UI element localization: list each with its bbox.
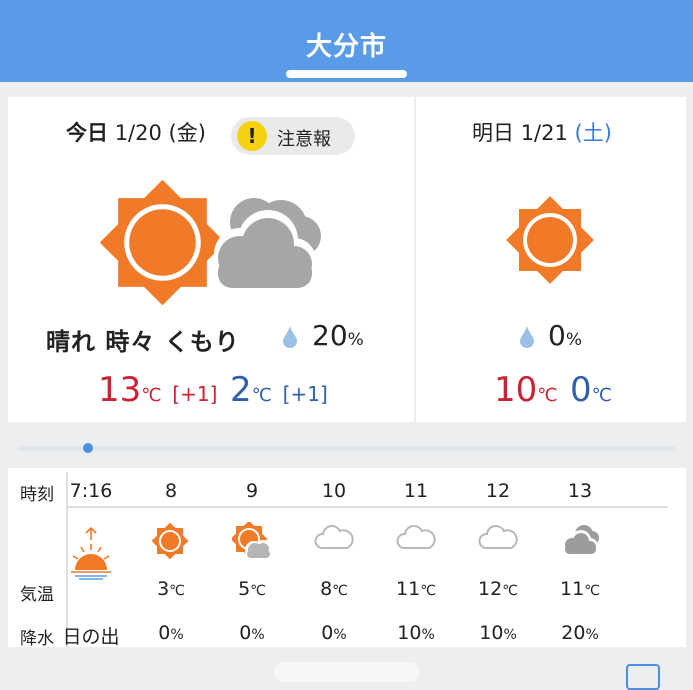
hour-time: 9 bbox=[245, 480, 259, 502]
sunrise-icon bbox=[69, 526, 113, 592]
time-row-label: 時刻 bbox=[20, 485, 54, 505]
toggle-button[interactable] bbox=[626, 664, 660, 690]
hour-time: 12 bbox=[485, 480, 511, 502]
hour-time: 13 bbox=[567, 480, 593, 502]
warning-badge[interactable]: ! 注意報 bbox=[231, 117, 355, 155]
hour-temp: 3℃ bbox=[157, 578, 185, 600]
today-low: 2℃ [+1] bbox=[230, 370, 328, 410]
hour-precip: 10% bbox=[397, 622, 435, 644]
sun-cloud-icon bbox=[230, 520, 272, 564]
hour-time: 7:16 bbox=[69, 480, 113, 502]
hour-time: 10 bbox=[321, 480, 347, 502]
today-label: 今日 bbox=[66, 121, 108, 145]
temp-row-label: 気温 bbox=[20, 585, 54, 605]
tomorrow-weekday: (土) bbox=[574, 121, 612, 145]
hour-time: 11 bbox=[403, 480, 429, 502]
cloud-icon bbox=[314, 522, 354, 556]
hour-precip: 日の出 bbox=[62, 626, 120, 648]
tomorrow-date-line: 明日 1/21 (土) bbox=[472, 117, 612, 147]
warning-icon: ! bbox=[237, 121, 267, 151]
hour-precip: 0% bbox=[239, 622, 265, 644]
hour-time: 8 bbox=[164, 480, 178, 502]
today-precip: 20% bbox=[312, 319, 364, 352]
divider bbox=[68, 506, 668, 508]
tomorrow-label: 明日 bbox=[472, 121, 514, 145]
today-high: 13℃ [+1] bbox=[98, 370, 218, 410]
hour-temp: 8℃ bbox=[320, 578, 348, 600]
warning-label: 注意報 bbox=[277, 129, 331, 150]
hour-precip: 20% bbox=[561, 622, 599, 644]
timeline-slider-track[interactable] bbox=[18, 446, 676, 451]
tomorrow-precip: 0% bbox=[548, 319, 582, 352]
sun-icon bbox=[506, 196, 594, 284]
today-date: 1/20 bbox=[114, 121, 162, 145]
raindrop-icon bbox=[520, 326, 534, 348]
app-header: 大分市 bbox=[0, 0, 693, 82]
cloud-icon bbox=[478, 522, 518, 556]
bottom-pill[interactable] bbox=[274, 662, 420, 682]
raindrop-icon bbox=[283, 326, 297, 348]
hour-temp: 5℃ bbox=[238, 578, 266, 600]
hour-temp: 12℃ bbox=[478, 578, 518, 600]
today-weekday: (金) bbox=[168, 121, 206, 145]
precip-row-label: 降水 bbox=[20, 629, 54, 649]
timeline-slider-thumb[interactable] bbox=[83, 443, 93, 453]
cloud-icon bbox=[214, 198, 321, 288]
today-date-line: 今日 1/20 (金) bbox=[66, 117, 206, 147]
tomorrow-date: 1/21 bbox=[520, 121, 568, 145]
sun-icon bbox=[151, 522, 189, 564]
tomorrow-high: 10℃ bbox=[494, 370, 558, 410]
cloud-icon bbox=[396, 522, 436, 556]
cloud-gray-icon bbox=[560, 522, 600, 560]
hour-precip: 0% bbox=[321, 622, 347, 644]
tomorrow-low: 0℃ bbox=[570, 370, 612, 410]
city-title: 大分市 bbox=[305, 32, 387, 62]
hour-precip: 0% bbox=[158, 622, 184, 644]
hour-temp: 11℃ bbox=[560, 578, 600, 600]
hour-temp: 11℃ bbox=[396, 578, 436, 600]
hour-precip: 10% bbox=[479, 622, 517, 644]
tab-indicator bbox=[286, 70, 407, 78]
today-condition: 晴れ 時々 くもり bbox=[46, 328, 240, 356]
